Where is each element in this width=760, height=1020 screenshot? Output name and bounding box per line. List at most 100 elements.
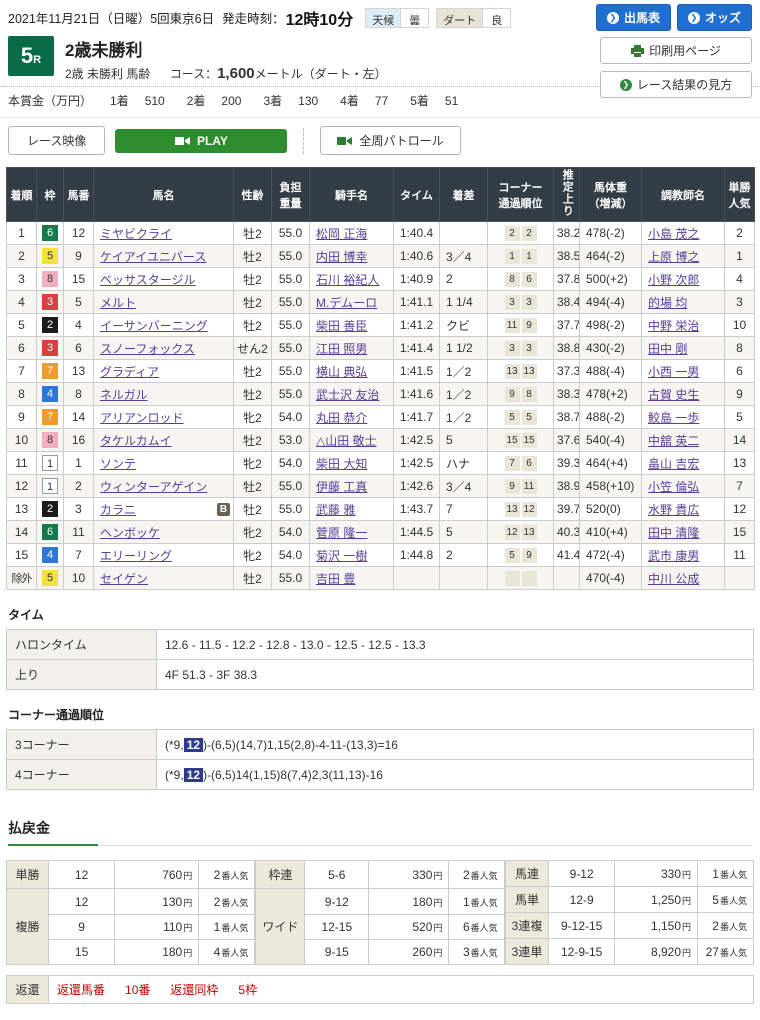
- cell-corner-order: [488, 567, 554, 590]
- corner-pos-box: 6: [522, 456, 537, 471]
- print-page-button[interactable]: 印刷用ページ: [600, 37, 752, 64]
- trainer-link[interactable]: 小西 一男: [648, 365, 699, 379]
- horse-link[interactable]: メルト: [100, 296, 136, 310]
- trainer-link[interactable]: 田中 剛: [648, 342, 687, 356]
- horse-link[interactable]: ミヤビクライ: [100, 227, 172, 241]
- horse-link[interactable]: タケルカムイ: [100, 434, 172, 448]
- cell-last3f: 38.5: [554, 245, 580, 268]
- cell-time: 1:40.6: [394, 245, 440, 268]
- entries-button[interactable]: ❯ 出馬表: [596, 4, 671, 31]
- weather-tag: ダート良: [436, 8, 511, 28]
- trainer-link[interactable]: 小島 茂之: [648, 227, 699, 241]
- payout-popularity: 6番人気: [449, 914, 504, 939]
- trainer-link[interactable]: 小笠 倫弘: [648, 480, 699, 494]
- trainer-link[interactable]: 的場 均: [648, 296, 687, 310]
- horse-link[interactable]: イーサンバーニング: [100, 319, 208, 333]
- cell-trainer: 小西 一男: [642, 360, 725, 383]
- divider: [303, 128, 304, 154]
- cell-trainer: 水野 貴広: [642, 498, 725, 521]
- results-guide-button[interactable]: ❯ レース結果の見方: [600, 71, 752, 98]
- payout-popularity: 27番人気: [698, 939, 754, 965]
- jockey-link[interactable]: △山田 敬士: [316, 434, 377, 448]
- trainer-link[interactable]: 中野 栄治: [648, 319, 699, 333]
- cell-jockey: 武士沢 友治: [310, 383, 394, 406]
- jockey-link[interactable]: 江田 照男: [316, 342, 367, 356]
- course-label: コース：: [170, 67, 217, 81]
- trainer-link[interactable]: 畠山 吉宏: [648, 457, 699, 471]
- race-video-button[interactable]: レース映像: [8, 126, 105, 155]
- video-bar: レース映像 PLAY 全周パトロール: [0, 118, 760, 165]
- trainer-link[interactable]: 上原 博之: [648, 250, 699, 264]
- jockey-link[interactable]: 吉田 豊: [316, 572, 355, 586]
- cell-jockey: 松岡 正海: [310, 222, 394, 245]
- jockey-link[interactable]: 柴田 善臣: [316, 319, 367, 333]
- horse-link[interactable]: エリーリング: [100, 549, 172, 563]
- horse-link[interactable]: ネルガル: [100, 388, 148, 402]
- frame-number-badge: 4: [42, 547, 58, 563]
- corner-pos-box: 6: [522, 272, 537, 287]
- race-title: 2歳未勝利: [65, 36, 387, 61]
- cell-load-weight: 55.0: [272, 245, 310, 268]
- horse-link[interactable]: カラニ: [100, 503, 136, 517]
- cell-horse-name: ケイアイユニバース: [94, 245, 234, 268]
- cell-finish-pos: 10: [7, 429, 37, 452]
- payout-popularity: 2番人気: [199, 889, 255, 914]
- jockey-link[interactable]: 武藤 雅: [316, 503, 355, 517]
- trainer-link[interactable]: 中舘 英二: [648, 434, 699, 448]
- horse-link[interactable]: スノーフォックス: [100, 342, 195, 356]
- column-header-text: 推定上り: [561, 169, 573, 217]
- odds-button[interactable]: ❯ オッズ: [677, 4, 752, 31]
- horse-link[interactable]: セイゲン: [100, 572, 148, 586]
- column-header: 調教師名: [642, 168, 725, 222]
- jockey-link[interactable]: 横山 典弘: [316, 365, 367, 379]
- cell-horse-num: 13: [64, 360, 94, 383]
- bet-type-label: ワイド: [256, 889, 305, 965]
- cell-last3f: 38.3: [554, 383, 580, 406]
- cell-horse-name: ウィンターアゲイン: [94, 475, 234, 498]
- horse-link[interactable]: ウィンターアゲイン: [100, 480, 207, 494]
- jockey-link[interactable]: 丸田 恭介: [316, 411, 367, 425]
- cell-corner-order: 55: [488, 406, 554, 429]
- yen-suffix: 円: [433, 871, 442, 881]
- cell-last3f: 37.8: [554, 268, 580, 291]
- payout-tables: 単勝12760円2番人気複勝12130円2番人気9110円1番人気15180円4…: [6, 860, 754, 965]
- jockey-link[interactable]: 柴田 大知: [316, 457, 367, 471]
- jockey-link[interactable]: 武士沢 友治: [316, 388, 379, 402]
- cell-horse-num: 16: [64, 429, 94, 452]
- payout-row: 馬単12-91,250円5番人気: [505, 887, 753, 913]
- trainer-link[interactable]: 鮫島 一歩: [648, 411, 699, 425]
- column-header: 馬名: [94, 168, 234, 222]
- jockey-link[interactable]: M.デムーロ: [316, 296, 377, 310]
- trainer-link[interactable]: 田中 清隆: [648, 526, 699, 540]
- trainer-link[interactable]: 武市 康男: [648, 549, 699, 563]
- payout-amount: 180円: [115, 939, 199, 964]
- horse-link[interactable]: アリアンロッド: [100, 411, 184, 425]
- horse-link[interactable]: ヘンボッケ: [100, 526, 160, 540]
- jockey-link[interactable]: 菅原 隆一: [316, 526, 367, 540]
- play-button[interactable]: PLAY: [115, 129, 287, 153]
- jockey-link[interactable]: 菊沢 一樹: [316, 549, 367, 563]
- horse-link[interactable]: ケイアイユニバース: [100, 250, 206, 264]
- cell-horse-num: 2: [64, 475, 94, 498]
- result-row: 7713グラディア牡255.0横山 典弘1:41.51／2131337.3488…: [7, 360, 755, 383]
- horse-link[interactable]: ソンテ: [100, 457, 136, 471]
- cell-horse-name: ソンテ: [94, 452, 234, 475]
- horse-link[interactable]: グラディア: [100, 365, 159, 379]
- trainer-link[interactable]: 小野 次郎: [648, 273, 699, 287]
- trainer-link[interactable]: 中川 公成: [648, 572, 699, 586]
- patrol-video-button[interactable]: 全周パトロール: [320, 126, 460, 155]
- jockey-link[interactable]: 伊藤 工真: [316, 480, 367, 494]
- horse-link[interactable]: ベッサスタージル: [100, 273, 196, 287]
- cell-jockey: 伊藤 工真: [310, 475, 394, 498]
- play-button-label: PLAY: [197, 134, 228, 148]
- result-row: 259ケイアイユニバース牡255.0内田 博幸1:40.63／41138.546…: [7, 245, 755, 268]
- cell-popularity: 11: [725, 544, 755, 567]
- prize-place: 1着: [110, 94, 129, 108]
- trainer-link[interactable]: 古賀 史生: [648, 388, 699, 402]
- jockey-link[interactable]: 石川 裕紀人: [316, 273, 379, 287]
- trainer-link[interactable]: 水野 貴広: [648, 503, 699, 517]
- frame-number-badge: 3: [42, 340, 58, 356]
- bet-type-label: 馬単: [505, 887, 549, 913]
- jockey-link[interactable]: 松岡 正海: [316, 227, 367, 241]
- jockey-link[interactable]: 内田 博幸: [316, 250, 367, 264]
